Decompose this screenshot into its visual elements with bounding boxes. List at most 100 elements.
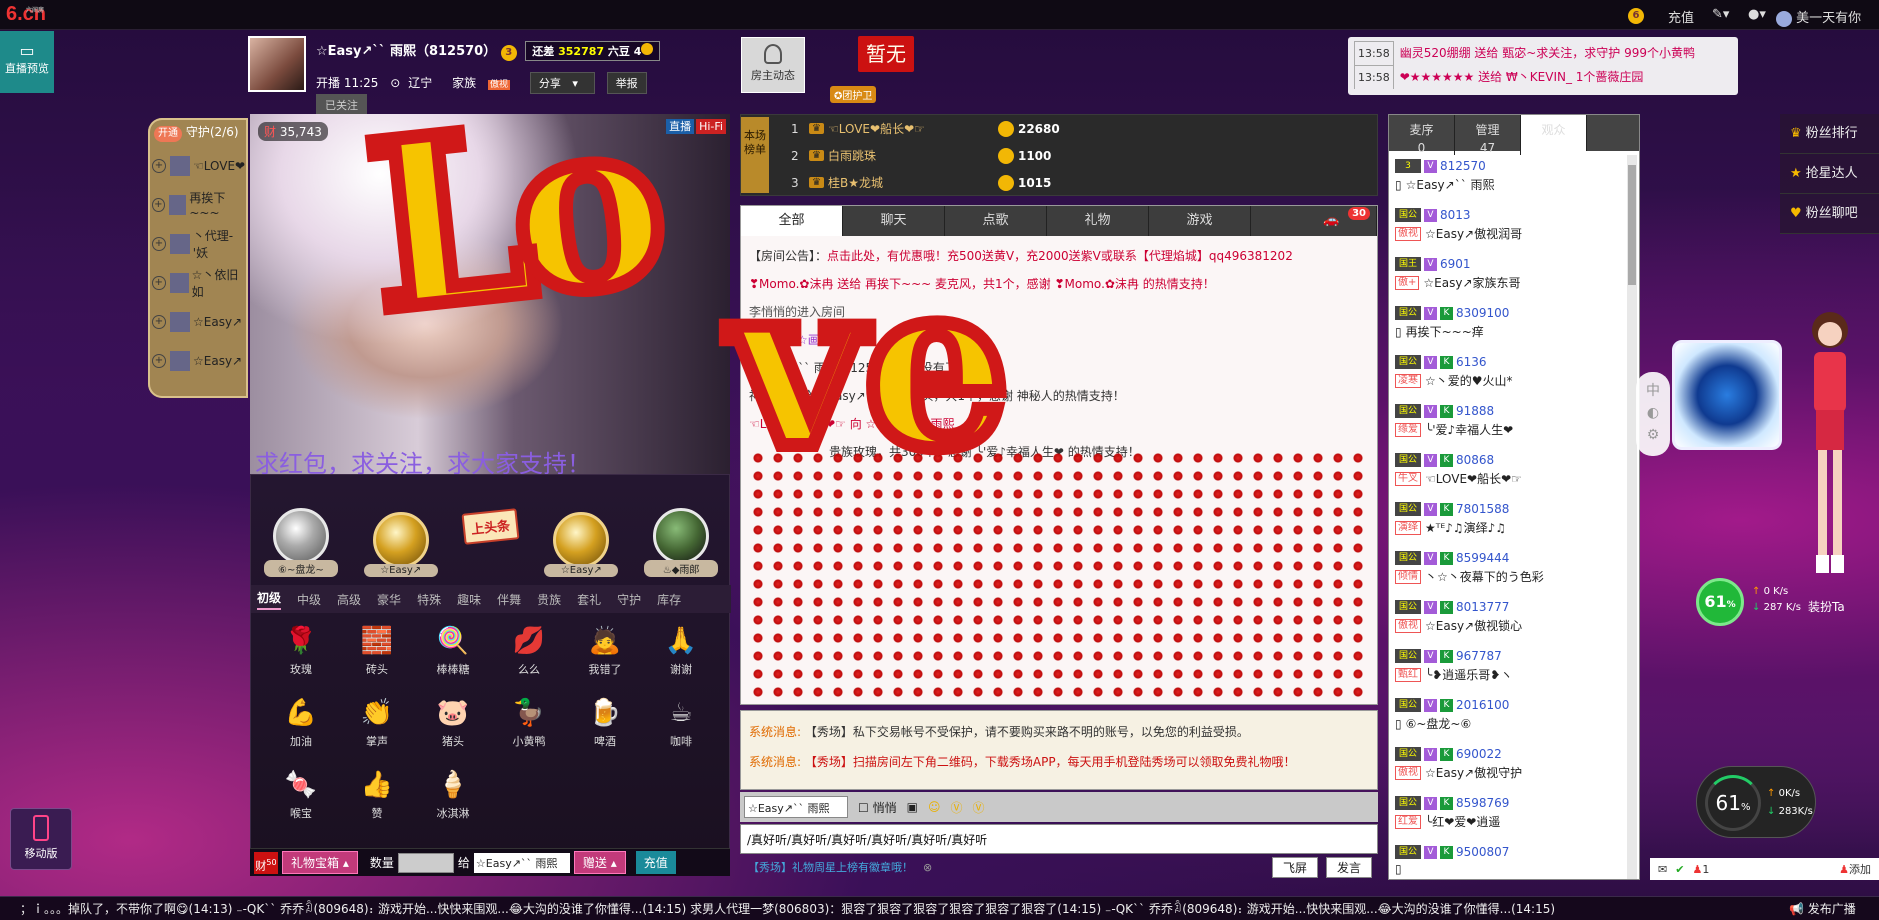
gift-tab[interactable]: 库存 bbox=[657, 591, 681, 608]
open-guard-button[interactable]: 开通 bbox=[154, 126, 182, 142]
send-gift-button[interactable]: 赠送 ▴ bbox=[573, 851, 626, 874]
user-tab[interactable]: 观众 bbox=[1521, 115, 1587, 151]
edit-icon[interactable]: ✎▾ bbox=[1712, 7, 1729, 22]
gift-tab[interactable]: 豪华 bbox=[377, 591, 401, 608]
car-icon[interactable]: 🚗 30 bbox=[1287, 206, 1377, 236]
gift-item[interactable]: 🍦 冰淇淋 bbox=[415, 765, 491, 837]
friend-count[interactable]: ♟1 bbox=[1692, 863, 1709, 876]
image-icon[interactable]: ▣ bbox=[907, 800, 918, 814]
gift-item[interactable]: 🍭 棒棒糖 bbox=[415, 621, 491, 693]
gift-item[interactable]: 👍 赞 bbox=[339, 765, 415, 837]
check-icon[interactable]: ✔ bbox=[1675, 863, 1684, 876]
host-dynamics-button[interactable]: 房主动态 bbox=[741, 37, 805, 93]
rank-avatar[interactable]: ♨◆雨郞 bbox=[644, 508, 719, 577]
user-row[interactable]: 国公 V K 690022 傲视 ☆Easy↗傲视守护 bbox=[1389, 743, 1627, 792]
gift-item[interactable]: 🦆 小黄鸭 bbox=[491, 693, 567, 765]
vip-emoji-icon[interactable]: Ⓥ bbox=[950, 799, 962, 816]
gift-tab[interactable]: 守护 bbox=[617, 591, 641, 608]
close-icon[interactable]: ⊗ bbox=[923, 861, 932, 874]
rank-avatar[interactable]: ⑥~盘龙~ bbox=[263, 508, 338, 577]
guard-item[interactable]: + ☆Easy↗ bbox=[148, 341, 248, 380]
chat-tip[interactable]: 【秀场】礼物周星上榜有徽章哦！ bbox=[748, 859, 913, 875]
gift-item[interactable]: 🍺 啤酒 bbox=[567, 693, 643, 765]
chat-tab[interactable]: 礼物 bbox=[1047, 206, 1149, 236]
user-row[interactable]: 国公 V K 9500807 ▯ bbox=[1389, 841, 1627, 890]
gift-item[interactable]: 🐷 猪头 bbox=[415, 693, 491, 765]
vip-plus-icon[interactable]: Ⓥ bbox=[972, 799, 984, 816]
chat-target-select[interactable]: ☆Easy↗`` 雨熙 bbox=[744, 796, 848, 818]
leaderboard-row[interactable]: 1 ♛ ☜LOVE❤船长❤☞ 22680 bbox=[741, 115, 1377, 142]
dress-up-link[interactable]: 装扮Ta bbox=[1808, 598, 1845, 615]
user-row[interactable]: 国公 V K 967787 甄红 ╰❥逍遥乐哥❥ヽ bbox=[1389, 645, 1627, 694]
gift-item[interactable]: 🧱 砖头 bbox=[339, 621, 415, 693]
leaderboard-row[interactable]: 3 ♛ 桂B★龙城 1015 bbox=[741, 169, 1377, 196]
gift-item[interactable]: ☕ 咖啡 bbox=[643, 693, 719, 765]
avatar-figure[interactable] bbox=[1790, 300, 1870, 590]
guard-item[interactable]: + ☜LOVE❤ bbox=[148, 146, 248, 185]
fan-rank-link[interactable]: ♛ 粉丝排行 bbox=[1780, 114, 1879, 154]
gift-tab[interactable]: 中级 bbox=[297, 591, 321, 608]
user-row[interactable]: 国公 V 8013 傲视 ☆Easy↗傲视润哥 bbox=[1389, 204, 1627, 253]
live-preview-tab[interactable]: ▭ 直播预览 bbox=[0, 31, 54, 93]
gift-item[interactable]: 💋 么么 bbox=[491, 621, 567, 693]
gift-tab[interactable]: 特殊 bbox=[417, 591, 441, 608]
guard-item[interactable]: + ☆丶依旧如 bbox=[148, 263, 248, 302]
gift-item[interactable]: 💪 加油 bbox=[263, 693, 339, 765]
guard-item[interactable]: + 再挨下~~~ bbox=[148, 185, 248, 224]
emoji-icon[interactable]: ☺ bbox=[928, 800, 941, 814]
gift-tab[interactable]: 趣味 bbox=[457, 591, 481, 608]
whisper-checkbox[interactable]: ☐ 悄悄 bbox=[858, 799, 897, 816]
user-row[interactable]: 国公 V K 80868 牛叉 ☜LOVE❤船长❤☞ bbox=[1389, 449, 1627, 498]
recharge-button[interactable]: 充值 bbox=[635, 851, 676, 874]
user-row[interactable]: 国公 V K 2016100 ▯ ⑥~盘龙~⑥ bbox=[1389, 694, 1627, 743]
mobile-version-button[interactable]: 移动版 bbox=[10, 808, 72, 870]
user-tab[interactable]: 管理 47 bbox=[1455, 115, 1521, 155]
gift-item[interactable]: 🌹 玫瑰 bbox=[263, 621, 339, 693]
user-list-scrollbar[interactable] bbox=[1627, 155, 1637, 879]
group-guard-badge[interactable]: ✪团护卫 bbox=[830, 86, 877, 103]
gift-tab[interactable]: 高级 bbox=[337, 591, 361, 608]
side-toolbar[interactable]: 中 ◐ ⚙ bbox=[1636, 372, 1670, 456]
status-icon[interactable]: ●▾ bbox=[1748, 7, 1766, 22]
gift-tab[interactable]: 贵族 bbox=[537, 591, 561, 608]
rank-avatar[interactable]: ☆Easy↗ bbox=[363, 512, 438, 577]
gift-tab[interactable]: 伴舞 bbox=[497, 591, 521, 608]
gift-tab[interactable]: 初级 bbox=[257, 589, 282, 610]
leaderboard-row[interactable]: 2 ♛ 白雨跳珠 1100 bbox=[741, 142, 1377, 169]
gift-item[interactable]: 👏 掌声 bbox=[339, 693, 415, 765]
gift-item[interactable]: 🙏 谢谢 bbox=[643, 621, 719, 693]
send-message-button[interactable]: 发言 bbox=[1325, 856, 1372, 878]
chat-tab[interactable]: 游戏 bbox=[1149, 206, 1251, 236]
rank-avatar[interactable]: ☆Easy↗ bbox=[544, 512, 619, 577]
scroll-thumb[interactable] bbox=[1628, 165, 1636, 285]
guard-item[interactable]: + 丶代理-'妖 bbox=[148, 224, 248, 263]
flip-icon[interactable]: ◐ bbox=[1636, 402, 1670, 424]
user-avatar[interactable]: 美一天有你 bbox=[1776, 7, 1861, 27]
user-row[interactable]: 国公 V K 8013777 傲视 ☆Easy↗傲视锁心 bbox=[1389, 596, 1627, 645]
user-row[interactable]: 国王 V 6901 傲+ ☆Easy↗家族东哥 bbox=[1389, 253, 1627, 302]
recharge-link[interactable]: 充值 bbox=[1668, 7, 1694, 26]
mail-icon[interactable]: ✉ bbox=[1658, 863, 1667, 876]
host-avatar[interactable] bbox=[248, 36, 306, 92]
live-mode-button[interactable]: 直播 bbox=[666, 119, 695, 134]
gift-item[interactable]: 🍬 喉宝 bbox=[263, 765, 339, 837]
user-row[interactable]: 3 V 812570 ▯ ☆Easy↗`` 雨熙 bbox=[1389, 155, 1627, 204]
banner-flag[interactable]: 暂无 bbox=[858, 36, 914, 72]
recipient-select[interactable]: ☆Easy↗`` 雨熙 bbox=[473, 852, 570, 873]
fan-chat-link[interactable]: ♥ 粉丝聊吧 bbox=[1780, 194, 1879, 234]
publish-broadcast-button[interactable]: 📢 发布广播 bbox=[1779, 897, 1879, 920]
wealth-badge[interactable]: 财50 bbox=[254, 851, 278, 874]
user-tab[interactable]: 麦序 0 bbox=[1389, 115, 1455, 155]
gift-item[interactable]: 🙇 我错了 bbox=[567, 621, 643, 693]
user-row[interactable]: 国公 V K 8599444 倾情 丶☆丶夜幕下的う色彩 bbox=[1389, 547, 1627, 596]
star-grab-link[interactable]: ★ 抢星达人 bbox=[1780, 154, 1879, 194]
pin-icon[interactable]: 中 bbox=[1636, 380, 1670, 402]
quantity-input[interactable] bbox=[397, 852, 454, 873]
site-logo[interactable]: 6.cn 六间房 bbox=[6, 3, 46, 26]
gear-icon[interactable]: ⚙ bbox=[1636, 424, 1670, 446]
fly-screen-button[interactable]: 飞屏 bbox=[1271, 856, 1318, 878]
user-row[interactable]: 国公 V K 6136 凌寒 ☆丶爱的♥火山* bbox=[1389, 351, 1627, 400]
coin-badge[interactable]: 6 bbox=[1628, 7, 1644, 24]
blue-rose-gift[interactable] bbox=[1672, 340, 1782, 450]
add-friend-button[interactable]: ♟添加 bbox=[1839, 861, 1871, 877]
